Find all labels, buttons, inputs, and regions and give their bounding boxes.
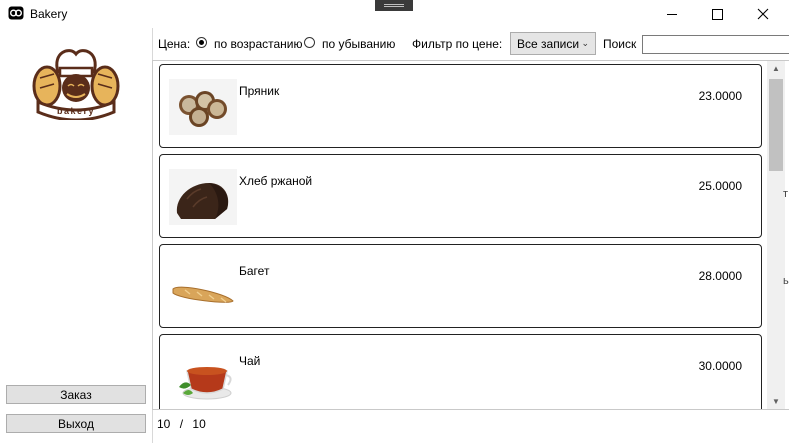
window-title: Bakery [30, 7, 68, 21]
close-icon [757, 8, 769, 20]
scroll-up-icon[interactable]: ▲ [772, 64, 780, 73]
product-card[interactable]: Пряник 23.0000 [159, 64, 762, 148]
exit-button[interactable]: Выход [6, 414, 146, 433]
drag-handle[interactable] [375, 0, 413, 11]
price-filter-value: Все записи [517, 37, 580, 51]
minimize-icon [667, 13, 677, 15]
minimize-button[interactable] [649, 0, 695, 28]
scroll-down-icon[interactable]: ▼ [772, 397, 780, 406]
count-separator: / [179, 417, 184, 431]
clipped-text: ь [783, 275, 789, 287]
product-card[interactable]: Чай 30.0000 [159, 334, 762, 409]
record-counter: 10 / 10 [157, 417, 206, 431]
svg-text:bakery: bakery [57, 106, 95, 116]
product-name: Пряник [239, 84, 280, 98]
maximize-icon [711, 8, 723, 20]
product-price: 23.0000 [698, 89, 742, 103]
shown-count: 10 [157, 417, 171, 431]
sort-desc-label[interactable]: по убыванию [322, 37, 395, 51]
product-price: 25.0000 [698, 179, 742, 193]
filter-bar: Цена: по возрастанию по убыванию Фильтр … [158, 32, 789, 56]
price-filter-select[interactable]: Все записи ⌄ [510, 32, 596, 55]
total-count: 10 [192, 417, 206, 431]
product-price: 30.0000 [698, 359, 742, 373]
app-icon [8, 6, 24, 20]
sort-asc-label[interactable]: по возрастанию [214, 37, 303, 51]
search-input[interactable] [642, 35, 789, 54]
product-list[interactable]: Пряник 23.0000 Хлеб ржаной 25.0000 Багет… [152, 60, 789, 410]
product-card[interactable]: Хлеб ржаной 25.0000 [159, 154, 762, 238]
sort-asc-radio[interactable] [196, 37, 207, 48]
tea-cup-image [179, 367, 232, 400]
order-button[interactable]: Заказ [6, 385, 146, 404]
scrollbar-thumb[interactable] [769, 79, 783, 171]
search-label: Поиск [603, 37, 637, 51]
sort-desc-radio[interactable] [304, 37, 315, 48]
chevron-down-icon: ⌄ [581, 38, 589, 48]
price-sort-label: Цена: [158, 37, 191, 51]
product-name: Багет [239, 264, 270, 278]
baguette-image [172, 286, 234, 303]
close-button[interactable] [740, 0, 786, 28]
product-card[interactable]: Багет 28.0000 [159, 244, 762, 328]
clipped-text: т [783, 188, 789, 200]
title-bar: Bakery [0, 0, 789, 28]
left-panel: bakery Заказ Выход [0, 28, 153, 443]
gingerbread-image [169, 79, 237, 135]
product-name: Хлеб ржаной [239, 174, 313, 188]
rye-bread-image [169, 169, 237, 225]
vertical-scrollbar[interactable]: ▲ ▼ [767, 61, 785, 409]
bakery-logo: bakery [32, 49, 120, 120]
maximize-button[interactable] [694, 0, 740, 28]
product-name: Чай [239, 354, 261, 368]
product-price: 28.0000 [698, 269, 742, 283]
price-filter-label: Фильтр по цене: [412, 37, 503, 51]
